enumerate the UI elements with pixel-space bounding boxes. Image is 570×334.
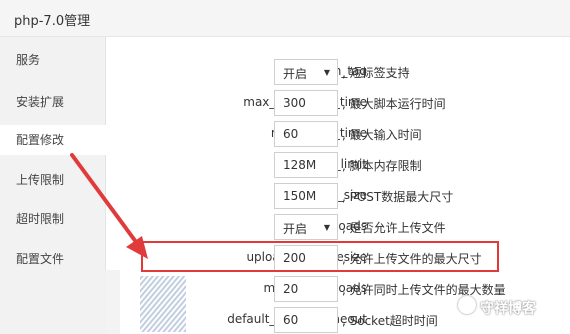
highlight-box [141,241,499,272]
setting-row-short-open-tag: short_open_tag 开启 ▼ , 短标签支持 [106,59,570,85]
max-file-uploads-input[interactable] [274,276,338,302]
setting-description: , 是否允许上传文件 [342,221,446,235]
sidebar-item-timeout-limit[interactable]: 超时限制 [0,204,106,234]
setting-description: , 最大输入时间 [342,128,422,142]
setting-row-memory-limit: memory_limit , 脚本内存限制 [106,152,570,178]
setting-row-max-input-time: max_input_time , 最大输入时间 [106,121,570,147]
sidebar-item-install-extensions[interactable]: 安装扩展 [0,87,106,117]
max-execution-time-input[interactable] [274,90,338,116]
sidebar-item-upload-limit[interactable]: 上传限制 [0,165,106,195]
obscured-region [0,270,186,334]
select-value: 开启 [283,222,308,236]
watermark-logo-icon [458,296,476,314]
file-uploads-select[interactable]: 开启 ▼ [274,214,338,240]
max-input-time-input[interactable] [274,121,338,147]
short-open-tag-select[interactable]: 开启 ▼ [274,59,338,85]
window-titlebar: php-7.0管理 [0,0,570,37]
setting-description: , 允许同时上传文件的最大数量 [342,283,506,297]
default-socket-timeout-input[interactable] [274,307,338,333]
setting-description: , 短标签支持 [342,66,410,80]
dropdown-arrow-icon: ▼ [323,223,330,232]
select-value: 开启 [283,67,308,81]
window-title: php-7.0管理 [14,14,91,29]
setting-description: , POST数据最大尺寸 [342,190,454,204]
sidebar-item-services[interactable]: 服务 [0,45,106,75]
dropdown-arrow-icon: ▼ [323,68,330,77]
setting-description: , 最大脚本运行时间 [342,97,446,111]
setting-row-post-max-size: post_max_size , POST数据最大尺寸 [106,183,570,209]
setting-description: , Socket超时时间 [342,314,438,328]
setting-row-max-execution-time: max_execution_time , 最大脚本运行时间 [106,90,570,116]
setting-row-file-uploads: file_uploads 开启 ▼ , 是否允许上传文件 [106,214,570,240]
post-max-size-input[interactable] [274,183,338,209]
setting-description: , 脚本内存限制 [342,159,422,173]
memory-limit-input[interactable] [274,152,338,178]
watermark-text: 守祥博客 [480,301,536,317]
sidebar-item-config-edit[interactable]: 配置修改 [0,125,107,155]
